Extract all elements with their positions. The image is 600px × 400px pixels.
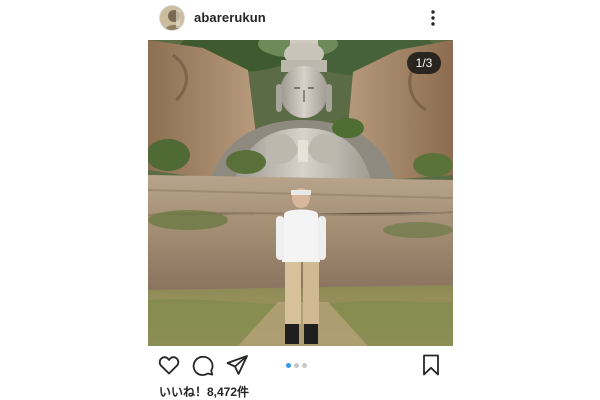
photo-image — [148, 40, 453, 346]
image-counter-badge: 1/3 — [407, 52, 441, 74]
more-options-icon[interactable] — [424, 8, 442, 28]
carousel-indicator — [286, 363, 310, 369]
paper-plane-icon[interactable] — [225, 353, 249, 377]
post-actions-bar — [148, 350, 453, 380]
post-header: abarerukun — [148, 0, 453, 36]
bookmark-icon[interactable] — [419, 353, 443, 377]
heart-icon[interactable] — [157, 353, 181, 377]
carousel-dot — [294, 363, 299, 368]
carousel-dot-active — [286, 363, 291, 368]
carousel-dot — [302, 363, 307, 368]
avatar[interactable] — [159, 5, 185, 31]
post-photo[interactable]: 1/3 — [148, 40, 453, 346]
username[interactable]: abarerukun — [194, 10, 266, 25]
comment-bubble-icon[interactable] — [191, 353, 215, 377]
likes-count[interactable]: いいね！8,472件 — [159, 383, 249, 400]
